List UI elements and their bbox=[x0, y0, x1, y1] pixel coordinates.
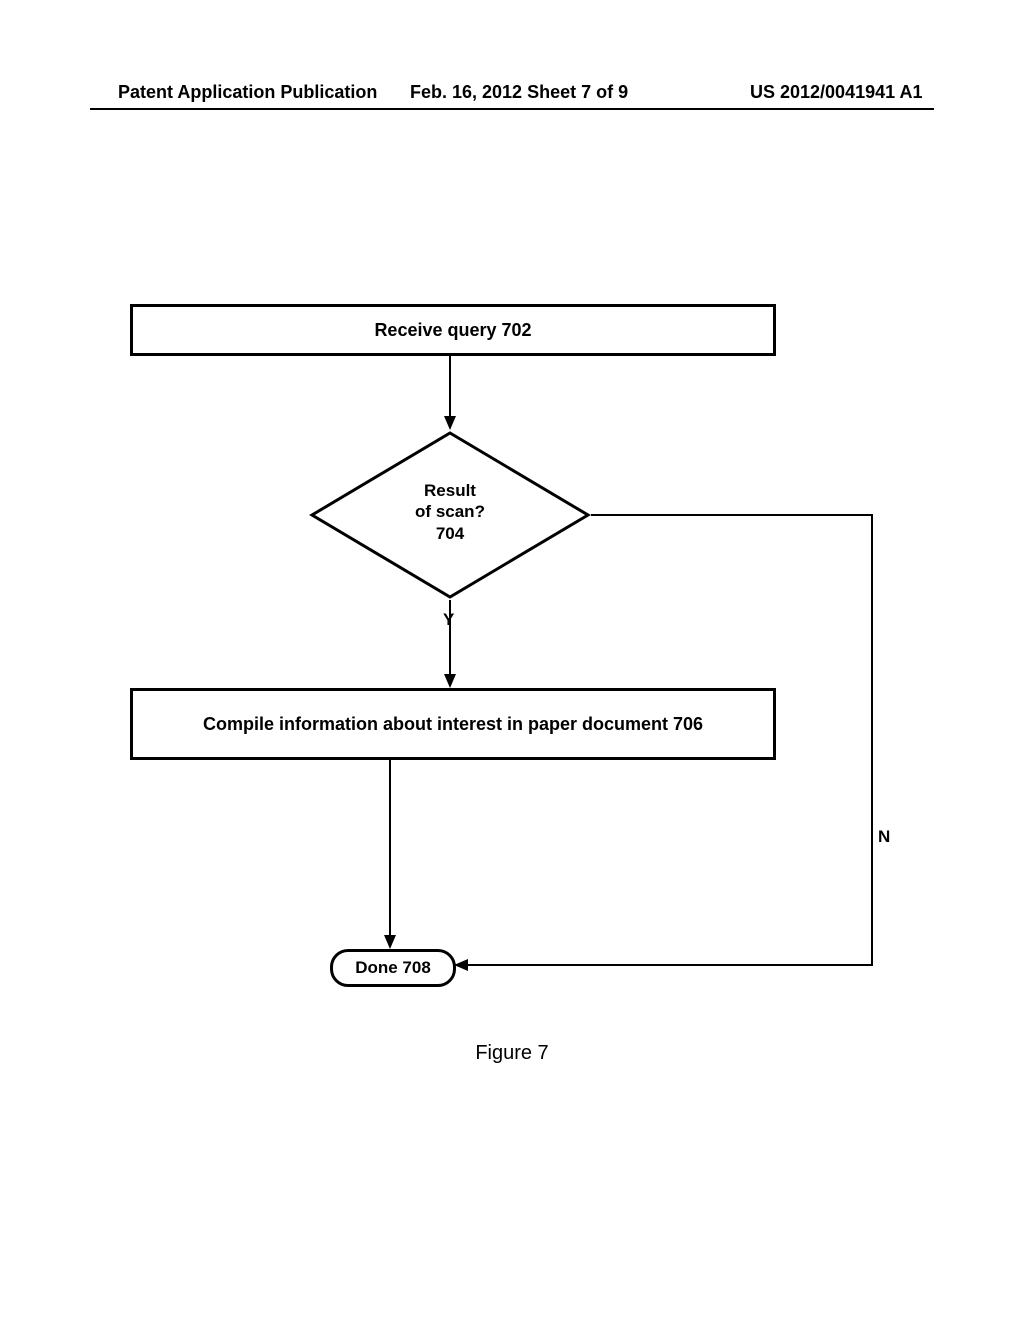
edge-label-yes: Y bbox=[443, 610, 454, 630]
edge-label-no: N bbox=[878, 827, 890, 847]
figure-caption: Figure 7 bbox=[0, 1042, 1024, 1065]
header-rule bbox=[90, 108, 934, 110]
header-left-text: Patent Application Publication bbox=[118, 82, 377, 103]
header-center-text: Feb. 16, 2012 Sheet 7 of 9 bbox=[410, 82, 628, 103]
page: Patent Application Publication Feb. 16, … bbox=[0, 0, 1024, 1320]
flow-step-702-label: Receive query 702 bbox=[374, 320, 531, 341]
dec704-line3: 704 bbox=[436, 524, 464, 543]
flow-arrows bbox=[0, 0, 1024, 1320]
flow-decision-704-label: Result of scan? 704 bbox=[309, 480, 591, 544]
header-right-text: US 2012/0041941 A1 bbox=[750, 82, 922, 103]
flow-step-706-label: Compile information about interest in pa… bbox=[203, 714, 703, 735]
dec704-line2: of scan? bbox=[415, 502, 485, 521]
flow-terminator-708: Done 708 bbox=[330, 949, 456, 987]
flow-step-702: Receive query 702 bbox=[130, 304, 776, 356]
dec704-line1: Result bbox=[424, 481, 476, 500]
flow-terminator-708-label: Done 708 bbox=[355, 958, 431, 978]
flow-step-706: Compile information about interest in pa… bbox=[130, 688, 776, 760]
